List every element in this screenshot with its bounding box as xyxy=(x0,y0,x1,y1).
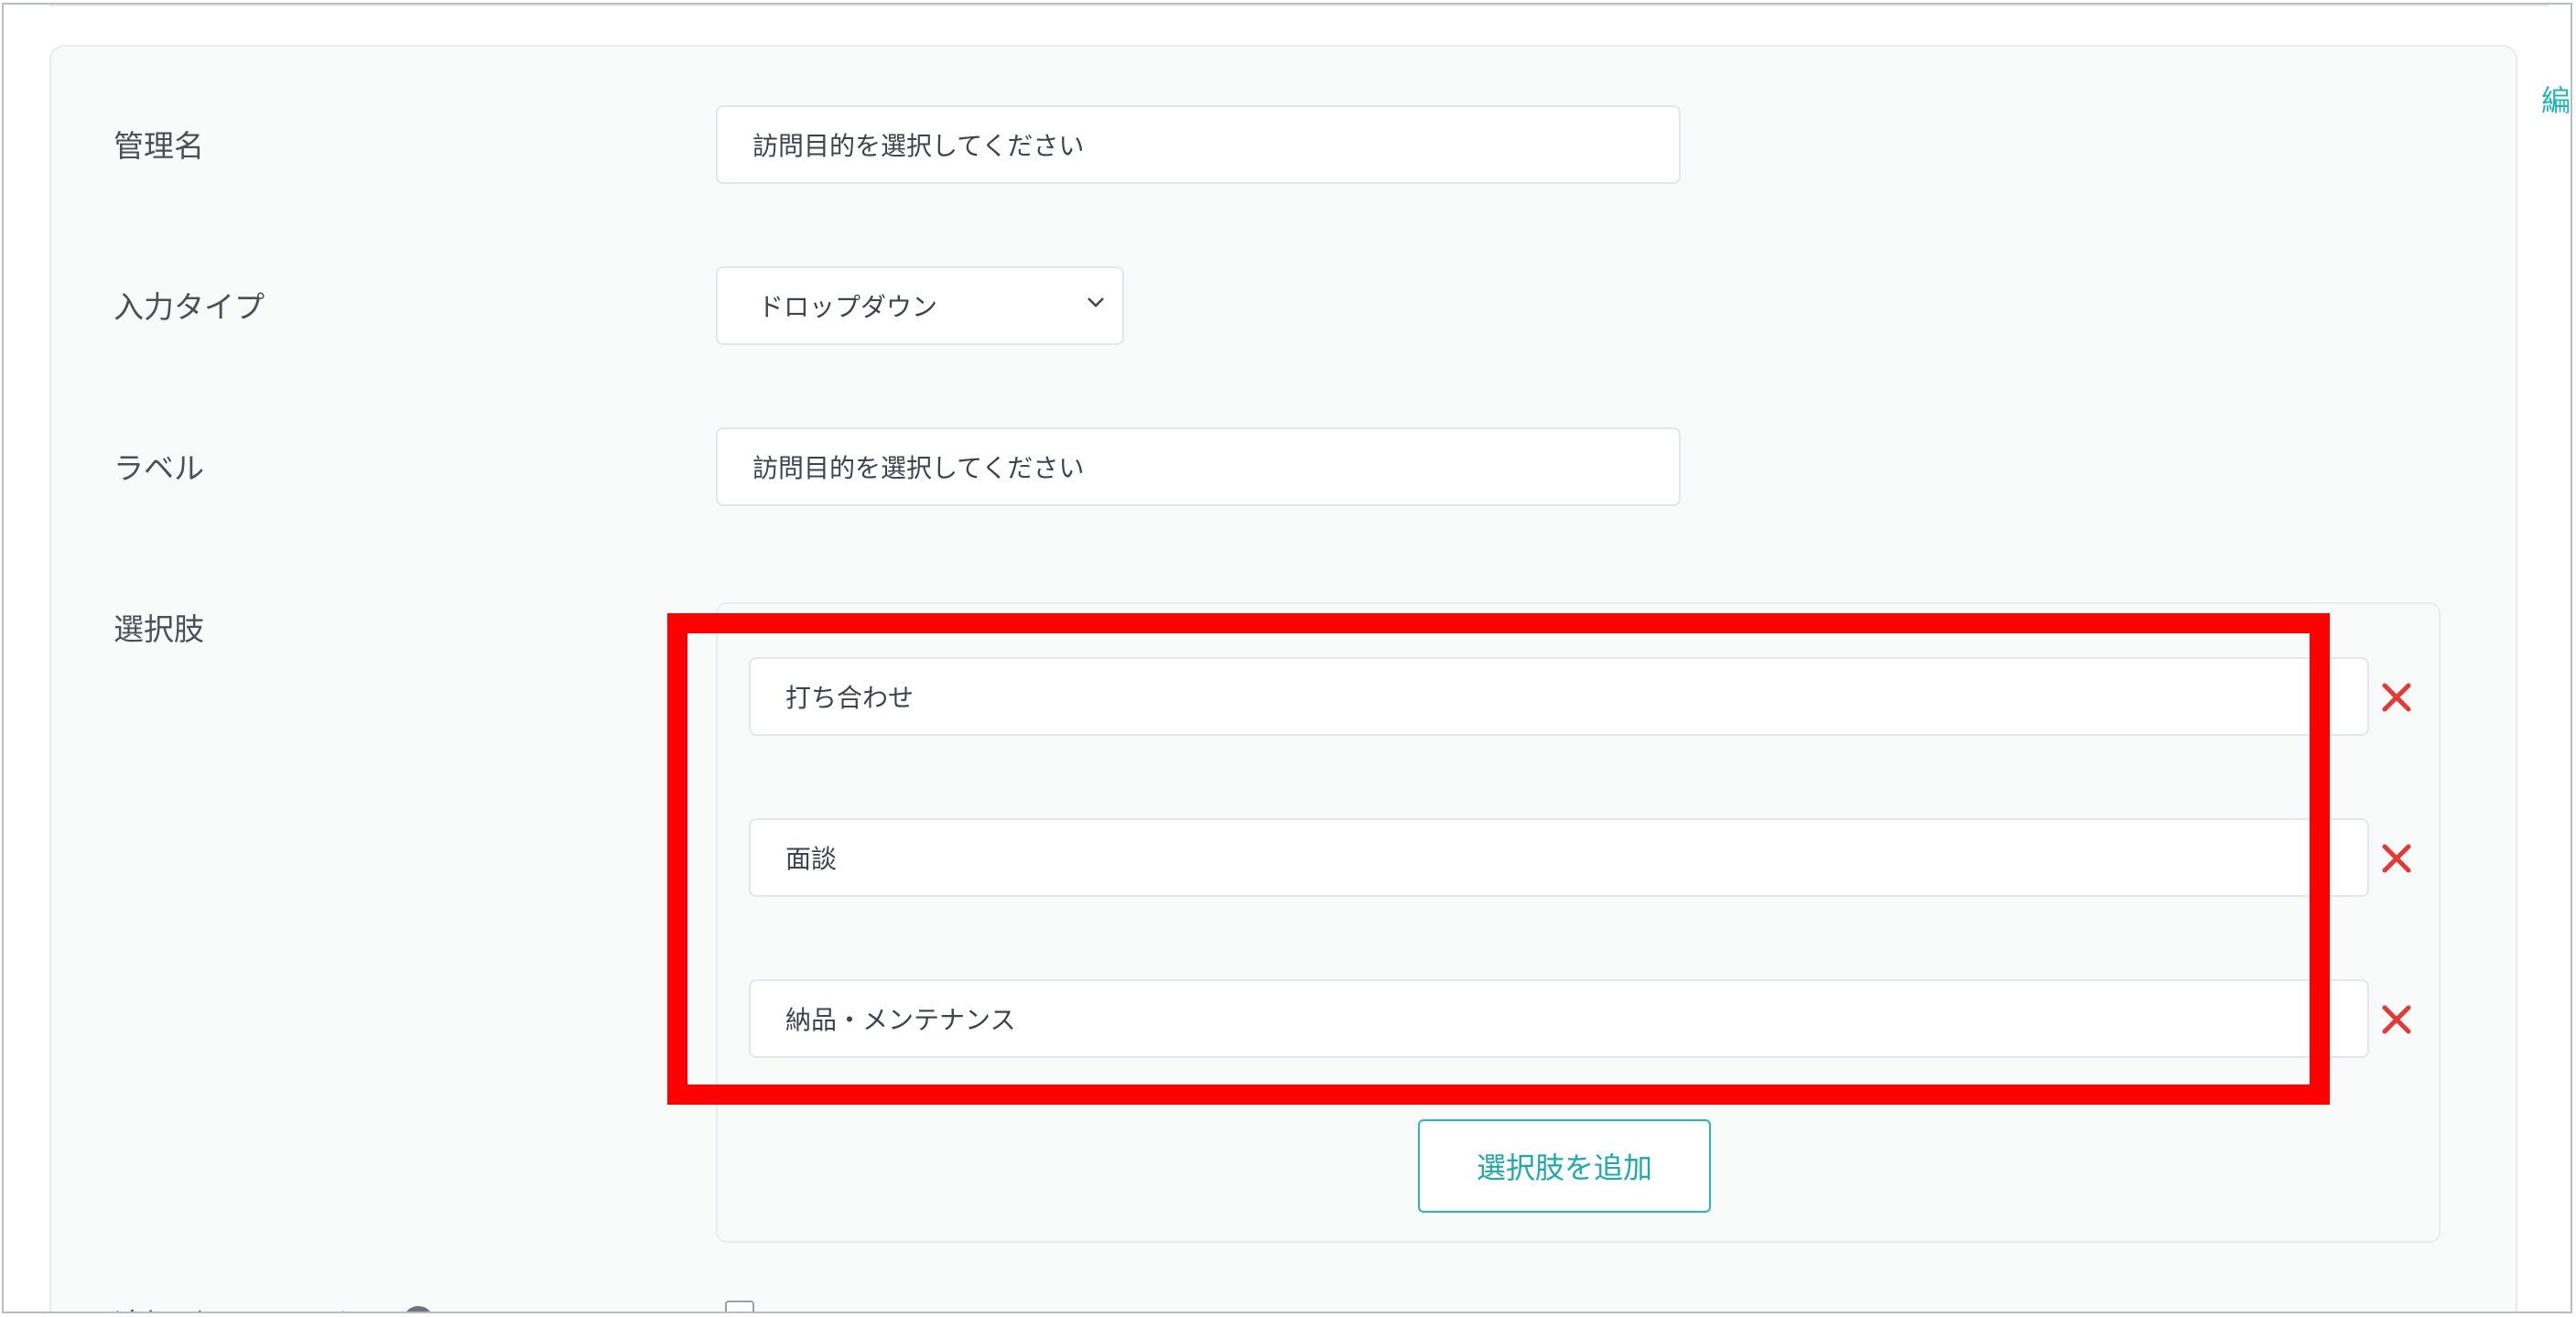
close-icon[interactable] xyxy=(2380,681,2413,714)
input-type-value: ドロップダウン xyxy=(758,292,938,322)
field-label-input[interactable]: 訪問目的を選択してください xyxy=(716,427,1681,506)
input-type-select[interactable]: ドロップダウン xyxy=(716,266,1124,345)
admin-name-input[interactable]: 訪問目的を選択してください xyxy=(716,105,1681,184)
close-icon[interactable] xyxy=(2380,842,2413,875)
add-option-button[interactable]: 選択肢を追加 xyxy=(1418,1119,1711,1213)
option-input[interactable]: 面談 xyxy=(749,818,2369,897)
edit-link[interactable]: 編 xyxy=(2541,78,2571,120)
app-frame: 編 管理名 訪問目的を選択してください 入力タイプ ドロップダウン ラベル 訪問… xyxy=(2,3,2572,1313)
field-label-label: ラベル xyxy=(114,450,204,486)
extra-guest-label: 追加ゲスト用にする xyxy=(114,1301,385,1312)
chevron-down-icon xyxy=(1088,297,1104,308)
options-label: 選択肢 xyxy=(114,611,204,647)
admin-name-label: 管理名 xyxy=(114,128,204,164)
close-icon[interactable] xyxy=(2380,1003,2413,1036)
divider xyxy=(49,5,2549,6)
option-input[interactable]: 打ち合わせ xyxy=(749,657,2369,736)
option-input[interactable]: 納品・メンテナンス xyxy=(749,979,2369,1058)
extra-guest-checkbox[interactable] xyxy=(725,1301,754,1312)
input-type-label: 入力タイプ xyxy=(114,289,265,325)
